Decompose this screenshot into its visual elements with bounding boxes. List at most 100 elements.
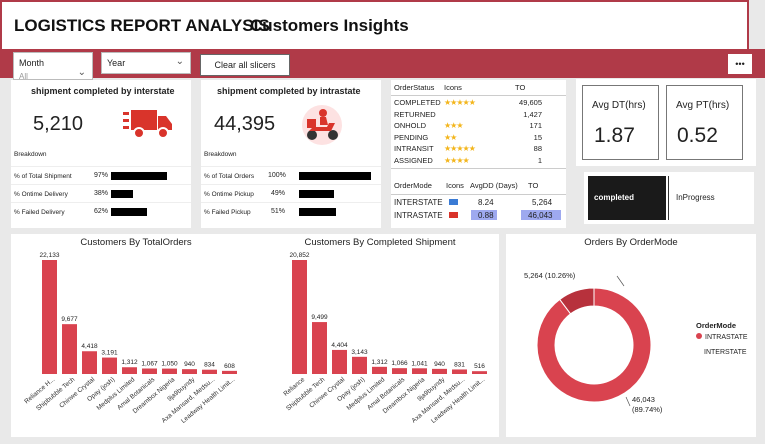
star-rating-icon: ★★★ [444, 121, 463, 130]
interstate-row: % Failed Delivery 62% [11, 202, 191, 220]
data-label: 3,143 [351, 349, 368, 356]
row-label: % Failed Delivery [14, 209, 65, 216]
bar [392, 368, 407, 374]
avg-pt-card: Avg PT(hrs) 0.52 [666, 85, 743, 160]
star-rating-icon: ★★★★ [444, 155, 470, 165]
avg-card: Avg DT(hrs) 1.87 Avg PT(hrs) 0.52 [576, 79, 756, 166]
legend-title: OrderMode [696, 321, 737, 330]
row-pct: 51% [271, 208, 286, 215]
avg-dt-value: 1.87 [594, 124, 635, 147]
data-label: 3,191 [101, 350, 118, 357]
bar [432, 368, 447, 374]
row-pct: 38% [94, 190, 109, 197]
intrastate-breakdown: Breakdown [204, 151, 237, 158]
legend-label: INTRASTATE [705, 334, 748, 341]
row-bar [111, 190, 134, 198]
data-label: 834 [204, 362, 215, 369]
data-label: 4,418 [81, 343, 98, 350]
bar [122, 367, 137, 374]
header-cell: TO [515, 83, 526, 92]
customers-by-completed-shipment-chart: 20,852Reliance9,499Shipbubble Tech4,404C… [282, 252, 487, 425]
intrastate-row: % Ontime Pickup 49% [201, 184, 381, 202]
scooter-delivery-icon [302, 105, 342, 145]
slice-label: (89.74%) [632, 405, 663, 414]
data-label: 1,067 [141, 361, 158, 368]
header-cell: Icons [444, 83, 462, 92]
header-cell: OrderMode [394, 181, 432, 190]
avg-dt-card: Avg DT(hrs) 1.87 [582, 85, 659, 160]
to-cell: 46,043 [528, 211, 553, 220]
bar-charts-card: Customers By TotalOrders Customers By Co… [11, 234, 499, 437]
avg-pt-value: 0.52 [677, 124, 718, 147]
chevron-down-icon: ⌄ [175, 56, 184, 67]
bar [312, 322, 327, 374]
row-pct: 62% [94, 208, 109, 215]
row-bar [299, 190, 335, 198]
status-cell: PENDING [394, 132, 429, 142]
row-bar [111, 208, 147, 216]
status-cell: INTRANSIT [394, 144, 434, 153]
bar [102, 357, 117, 374]
scooter-small-icon [449, 212, 458, 218]
interstate-row: % Ontime Delivery 38% [11, 184, 191, 202]
more-options-icon[interactable]: ••• [728, 54, 752, 74]
status-row: INTRANSIT ★★★★★ 88 [391, 144, 566, 155]
to-cell: 88 [533, 144, 542, 153]
data-label: 1,312 [371, 359, 388, 366]
data-label: 4,404 [331, 342, 348, 349]
interstate-value: 5,210 [33, 113, 84, 135]
header-cell: TO [528, 181, 539, 190]
header-cell: Icons [446, 181, 464, 190]
star-rating-icon: ★★ [444, 132, 457, 142]
legend-item[interactable]: INTERSTATE [704, 349, 747, 356]
bar [412, 368, 427, 374]
intrastate-card: shipment completed by intrastate 44,395 … [201, 80, 381, 228]
intrastate-row: % Failed Pickup 51% [201, 202, 381, 220]
row-label: % of Total Orders [204, 173, 255, 180]
mode-row: INTRASTATE 0.88 46,043 [391, 211, 566, 222]
inprogress-toggle-button[interactable]: InProgress [676, 176, 715, 220]
intrastate-row: % of Total Orders 100% [201, 166, 381, 184]
row-pct: 49% [271, 190, 286, 197]
year-slicer[interactable]: Year ⌄ [101, 52, 191, 74]
slice-label: 5,264 (10.26%) [524, 271, 576, 280]
row-bar [299, 208, 336, 216]
data-label: 22,133 [40, 252, 60, 259]
row-pct: 100% [268, 172, 286, 179]
to-cell: 171 [529, 121, 542, 130]
to-cell: 1 [537, 155, 542, 165]
mode-table-header: OrderMode Icons AvgDD (Days) TO [391, 181, 566, 192]
status-table-header: OrderStatus Icons TO [391, 83, 566, 94]
bar [82, 351, 97, 374]
mode-cell: INTRASTATE [394, 211, 443, 220]
row-label: % of Total Shipment [14, 173, 72, 180]
status-row: ASSIGNED ★★★★ 1 [391, 156, 566, 167]
data-label: 1,312 [121, 359, 138, 366]
data-label: 608 [224, 363, 235, 370]
month-slicer-label: Month [19, 58, 45, 68]
intrastate-title: shipment completed by intrastate [217, 86, 361, 96]
data-label: 1,050 [161, 361, 178, 368]
bar [332, 349, 347, 374]
bar [472, 371, 487, 374]
status-cell: ASSIGNED [394, 155, 433, 165]
page-title: LOGISTICS REPORT ANALYSIS [14, 16, 270, 35]
status-cell: RETURNED [394, 109, 436, 119]
row-label: % Failed Pickup [204, 209, 251, 216]
legend-label: INTERSTATE [704, 349, 747, 356]
status-cell: COMPLETED [394, 98, 441, 107]
bar [142, 368, 157, 374]
avg-dt-label: Avg DT(hrs) [592, 100, 646, 111]
status-row: COMPLETED ★★★★★ 49,605 [391, 98, 566, 109]
clear-slicers-button[interactable]: Clear all slicers [200, 54, 290, 76]
legend-item[interactable]: INTRASTATE [696, 333, 748, 341]
header-cell: AvgDD (Days) [470, 181, 518, 190]
to-cell: 49,605 [519, 98, 542, 107]
slice-label: 46,043 [632, 395, 655, 404]
bar [162, 368, 177, 374]
completed-toggle-button[interactable]: completed [588, 176, 666, 220]
legend-dot [696, 333, 702, 339]
month-slicer[interactable]: Month All ⌄ [13, 52, 93, 81]
data-label: 940 [434, 361, 445, 368]
star-rating-icon: ★★★★★ [444, 144, 476, 153]
